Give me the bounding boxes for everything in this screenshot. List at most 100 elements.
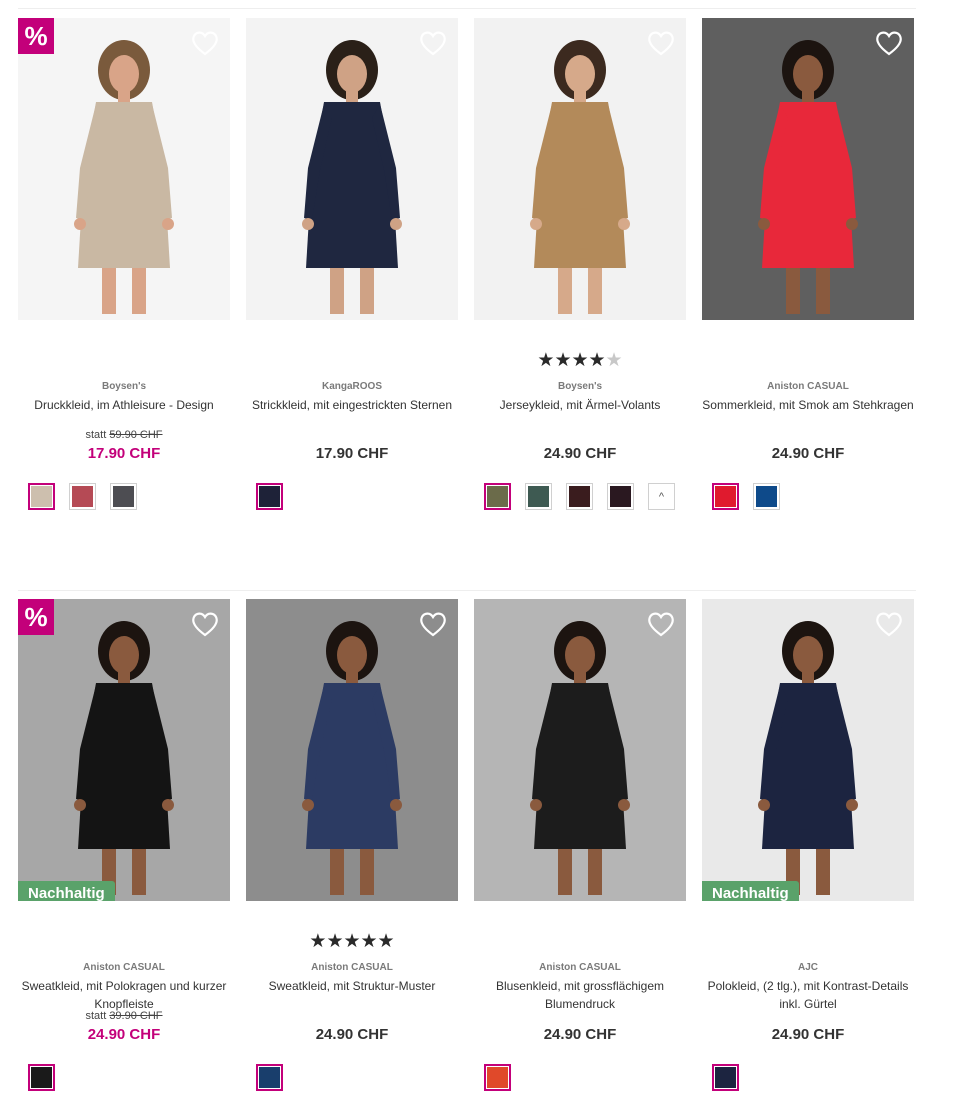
product-photo[interactable]: [474, 18, 686, 320]
color-swatch[interactable]: [712, 1064, 739, 1091]
product-image[interactable]: % Nachhaltig: [18, 599, 230, 901]
color-swatch-fill: [756, 486, 777, 507]
color-swatch-fill: [715, 1067, 736, 1088]
more-colors-button[interactable]: ^: [648, 483, 675, 510]
wishlist-heart-icon[interactable]: [190, 28, 220, 58]
product-name[interactable]: Sommerkleid, mit Smok am Stehkragen: [702, 396, 914, 414]
product-photo[interactable]: [702, 18, 914, 320]
product-card[interactable]: % Boysen's Druckkleid, im Athleisure - Des…: [18, 18, 230, 518]
product-price: 24.90 CHF: [771, 1026, 845, 1043]
wishlist-heart-icon[interactable]: [418, 28, 448, 58]
product-name[interactable]: Druckkleid, im Athleisure - Design: [18, 396, 230, 414]
color-swatch[interactable]: [69, 483, 96, 510]
old-price-prefix: statt: [85, 429, 110, 441]
old-price-prefix: statt: [85, 1010, 110, 1022]
color-swatch[interactable]: [256, 483, 283, 510]
sale-badge: %: [18, 18, 54, 54]
wishlist-heart-icon[interactable]: [418, 609, 448, 639]
wishlist-heart-icon[interactable]: [874, 28, 904, 58]
color-swatches: [28, 1064, 55, 1092]
product-photo[interactable]: [246, 599, 458, 901]
product-brand[interactable]: KangaROOS: [246, 381, 458, 392]
color-swatch[interactable]: [484, 483, 511, 510]
color-swatches: [712, 483, 780, 511]
color-swatch[interactable]: [712, 483, 739, 510]
wishlist-heart-icon[interactable]: [646, 28, 676, 58]
product-image[interactable]: Nachhaltig: [702, 599, 914, 901]
color-swatch-fill: [72, 486, 93, 507]
product-price: 24.90 CHF: [771, 445, 845, 462]
color-swatch[interactable]: [607, 483, 634, 510]
color-swatch-fill: [487, 1067, 508, 1088]
wishlist-heart-icon[interactable]: [190, 609, 220, 639]
product-card[interactable]: ★★★★★ Aniston CASUAL Sweatkleid, mit Struk…: [246, 599, 458, 1099]
color-swatch[interactable]: [566, 483, 593, 510]
product-image[interactable]: [246, 18, 458, 320]
sustainability-badge: Nachhaltig: [702, 881, 799, 901]
product-name[interactable]: Jerseykleid, mit Ärmel-Volants: [474, 396, 686, 414]
wishlist-heart-icon[interactable]: [646, 609, 676, 639]
old-price-value: 59.90 CHF: [109, 429, 163, 441]
color-swatch-fill: [528, 486, 549, 507]
color-swatch[interactable]: [28, 1064, 55, 1091]
product-price: 24.90 CHF: [543, 1026, 617, 1043]
rating-stars-full: ★★★★★: [309, 931, 395, 952]
rating-stars[interactable]: ★★★★★: [246, 930, 458, 953]
product-card[interactable]: Nachhaltig AJC Polokleid, (2 tlg.), mit Ko…: [702, 599, 914, 1099]
product-card[interactable]: Aniston CASUAL Sommerkleid, mit Smok am S…: [702, 18, 914, 518]
product-photo[interactable]: [702, 599, 914, 901]
product-card[interactable]: Aniston CASUAL Blusenkleid, mit grossfläc…: [474, 599, 686, 1099]
color-swatches: ^: [484, 483, 675, 511]
product-brand[interactable]: AJC: [702, 962, 914, 973]
product-name[interactable]: Strickkleid, mit eingestrickten Sternen: [246, 396, 458, 414]
product-name[interactable]: Blusenkleid, mit grossflächigem Blumendr…: [474, 977, 686, 1013]
product-price: 24.90 CHF: [543, 445, 617, 462]
product-brand[interactable]: Aniston CASUAL: [474, 962, 686, 973]
product-image[interactable]: [702, 18, 914, 320]
color-swatch-fill: [569, 486, 590, 507]
color-swatch[interactable]: [28, 483, 55, 510]
color-swatches: [484, 1064, 511, 1092]
color-swatch[interactable]: [256, 1064, 283, 1091]
product-name[interactable]: Sweatkleid, mit Polokragen und kurzer Kn…: [18, 977, 230, 1013]
color-swatch[interactable]: [110, 483, 137, 510]
product-name[interactable]: Polokleid, (2 tlg.), mit Kontrast-Detail…: [702, 977, 914, 1013]
rating-star-partial: ★: [605, 350, 623, 371]
product-card[interactable]: ★★★★★ Boysen's Jerseykleid, mit Ärmel-Vola…: [474, 18, 686, 518]
color-swatch[interactable]: [753, 483, 780, 510]
product-brand[interactable]: Aniston CASUAL: [246, 962, 458, 973]
product-image[interactable]: [246, 599, 458, 901]
color-swatch-fill: [610, 486, 631, 507]
product-photo[interactable]: [18, 599, 230, 901]
old-price-value: 39.90 CHF: [109, 1010, 163, 1022]
row-divider-top: [18, 8, 916, 9]
product-image[interactable]: %: [18, 18, 230, 320]
product-name[interactable]: Sweatkleid, mit Struktur-Muster: [246, 977, 458, 995]
color-swatch-fill: [31, 1067, 52, 1088]
product-card[interactable]: KangaROOS Strickkleid, mit eingestrickten…: [246, 18, 458, 518]
product-price: 17.90 CHF: [315, 445, 389, 462]
product-brand[interactable]: Aniston CASUAL: [702, 381, 914, 392]
color-swatch[interactable]: [525, 483, 552, 510]
color-swatches: [256, 1064, 283, 1092]
product-brand[interactable]: Boysen's: [474, 381, 686, 392]
product-image[interactable]: [474, 599, 686, 901]
product-price: 24.90 CHF: [315, 1026, 389, 1043]
rating-stars[interactable]: ★★★★★: [474, 349, 686, 372]
product-photo[interactable]: [246, 18, 458, 320]
product-brand[interactable]: Boysen's: [18, 381, 230, 392]
product-card[interactable]: % Nachhaltig Aniston CASUAL Sweatkleid, mit…: [18, 599, 230, 1099]
color-swatch-fill: [487, 486, 508, 507]
color-swatches: [28, 483, 137, 511]
old-price: statt 39.90 CHF: [18, 1010, 230, 1022]
product-price: 24.90 CHF: [87, 1026, 161, 1043]
row-divider-middle: [18, 590, 916, 591]
color-swatch[interactable]: [484, 1064, 511, 1091]
product-photo[interactable]: [474, 599, 686, 901]
product-photo[interactable]: [18, 18, 230, 320]
product-brand[interactable]: Aniston CASUAL: [18, 962, 230, 973]
wishlist-heart-icon[interactable]: [874, 609, 904, 639]
color-swatch-fill: [113, 486, 134, 507]
color-swatch-fill: [31, 486, 52, 507]
product-image[interactable]: [474, 18, 686, 320]
